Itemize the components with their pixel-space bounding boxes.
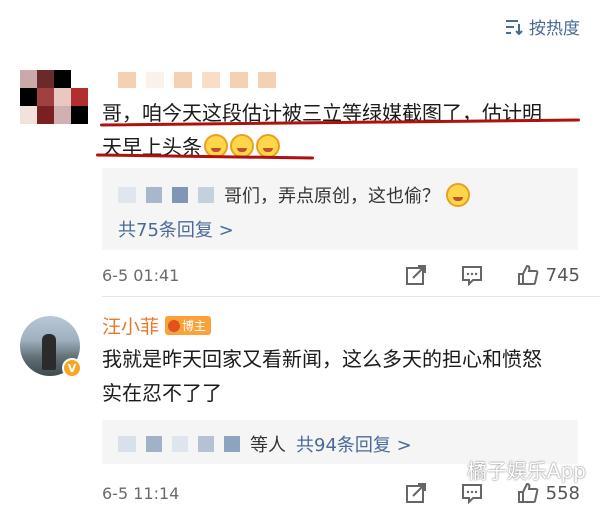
sort-icon	[506, 19, 523, 35]
reply-text: 哥们，弄点原创，这也偷？	[224, 186, 440, 207]
share-icon[interactable]	[404, 263, 428, 287]
blogger-icon	[168, 319, 181, 332]
comment-divider	[102, 296, 600, 297]
username[interactable]: 汪小菲 博主	[102, 312, 212, 339]
reply-preview[interactable]: 哥们，弄点原创，这也偷？ 共75条回复 >	[102, 168, 578, 250]
comment-text: 我就是昨天回家又看新闻，这么多天的担心和愤怒 实在忍不了了	[102, 347, 542, 405]
comment-icon[interactable]	[460, 481, 484, 505]
reply-suffix: 等人	[250, 435, 286, 456]
reply-line: 等人 共94条回复 >	[118, 431, 412, 457]
reply-line: 哥们，弄点原创，这也偷？	[118, 182, 470, 208]
more-replies-link[interactable]: 共94条回复 >	[296, 431, 412, 457]
sort-label: 按热度	[529, 19, 580, 39]
like-count: 745	[545, 264, 580, 286]
comment-icon[interactable]	[460, 263, 484, 287]
watermark: 橘子娱乐App	[466, 459, 586, 483]
like-icon[interactable]	[516, 481, 540, 505]
grin-emoji-icon	[256, 134, 280, 158]
comment-actions: 558	[372, 481, 580, 505]
comment-actions: 745	[372, 263, 580, 287]
blurred-username[interactable]	[118, 72, 276, 88]
share-icon[interactable]	[404, 481, 428, 505]
like-count: 558	[545, 482, 580, 504]
verified-badge-icon: V	[62, 358, 82, 378]
laugh-emoji-icon	[446, 183, 470, 207]
like-icon[interactable]	[516, 263, 540, 287]
avatar[interactable]	[20, 70, 88, 124]
comment-time: 6-5 11:14	[102, 484, 180, 503]
comment-time: 6-5 01:41	[102, 266, 180, 285]
more-replies-link[interactable]: 共75条回复 >	[118, 216, 234, 242]
blogger-badge: 博主	[165, 316, 212, 335]
sort-by-heat-button[interactable]: 按热度	[505, 14, 580, 39]
grin-emoji-icon	[230, 134, 254, 158]
